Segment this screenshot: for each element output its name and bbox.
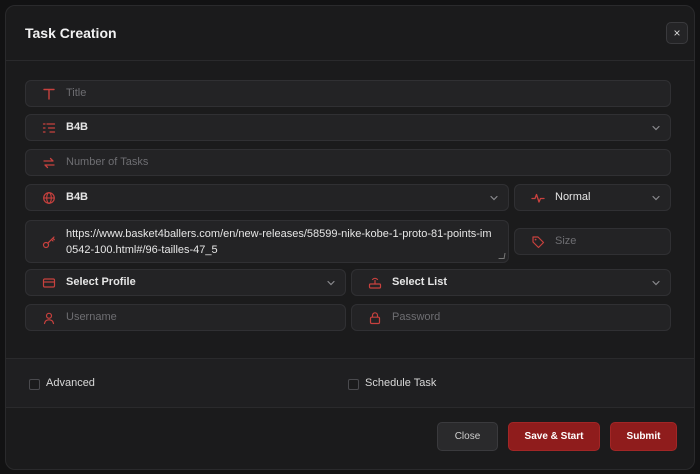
site-value: B4B [66,121,89,133]
schedule-task-label[interactable]: Schedule Task [365,377,436,389]
username-placeholder: Username [66,311,117,323]
chevron-down-icon [651,123,661,133]
router-icon [368,276,382,290]
schedule-task-checkbox[interactable] [348,379,359,390]
globe-icon [42,191,56,205]
user-icon [42,311,56,325]
title-placeholder: Title [66,87,87,99]
options-bar: Advanced Schedule Task [6,359,694,407]
list-select[interactable]: Select List [351,269,671,296]
close-button[interactable]: Close [437,422,498,451]
profile-select[interactable]: Select Profile [25,269,346,296]
number-of-tasks-field[interactable]: Number of Tasks [25,149,671,176]
profile-value: Select Profile [66,276,136,288]
modal-header: Task Creation × [6,6,694,61]
password-field[interactable]: Password [351,304,671,331]
chevron-down-icon [326,278,336,288]
credit-card-icon [42,276,56,290]
close-icon[interactable]: × [666,22,688,44]
url-textarea[interactable]: https://www.basket4ballers.com/en/new-re… [25,220,509,263]
list-value: Select List [392,276,448,288]
modal-title: Task Creation [25,25,117,41]
region-select[interactable]: B4B [25,184,509,211]
resize-handle[interactable] [498,253,506,259]
submit-button[interactable]: Submit [610,422,677,451]
url-value: https://www.basket4ballers.com/en/new-re… [66,228,492,256]
advanced-label[interactable]: Advanced [46,377,95,389]
username-field[interactable]: Username [25,304,346,331]
text-icon [42,87,56,101]
title-field[interactable]: Title [25,80,671,107]
list-icon [42,121,56,135]
password-placeholder: Password [392,311,441,323]
repeat-icon [42,156,56,170]
size-placeholder: Size [555,235,577,247]
mode-select[interactable]: Normal [514,184,671,211]
task-creation-modal: Task Creation × Title B4B Number of Task… [5,5,695,470]
key-icon [42,235,56,249]
region-value: B4B [66,191,89,203]
activity-icon [531,191,545,205]
chevron-down-icon [489,193,499,203]
mode-value: Normal [555,191,591,203]
size-field[interactable]: Size [514,228,671,255]
tasks-placeholder: Number of Tasks [66,156,149,168]
site-select[interactable]: B4B [25,114,671,141]
chevron-down-icon [651,278,661,288]
save-and-start-button[interactable]: Save & Start [508,422,600,451]
lock-icon [368,311,382,325]
chevron-down-icon [651,193,661,203]
divider [6,407,694,408]
tag-icon [531,235,545,249]
advanced-checkbox[interactable] [29,379,40,390]
